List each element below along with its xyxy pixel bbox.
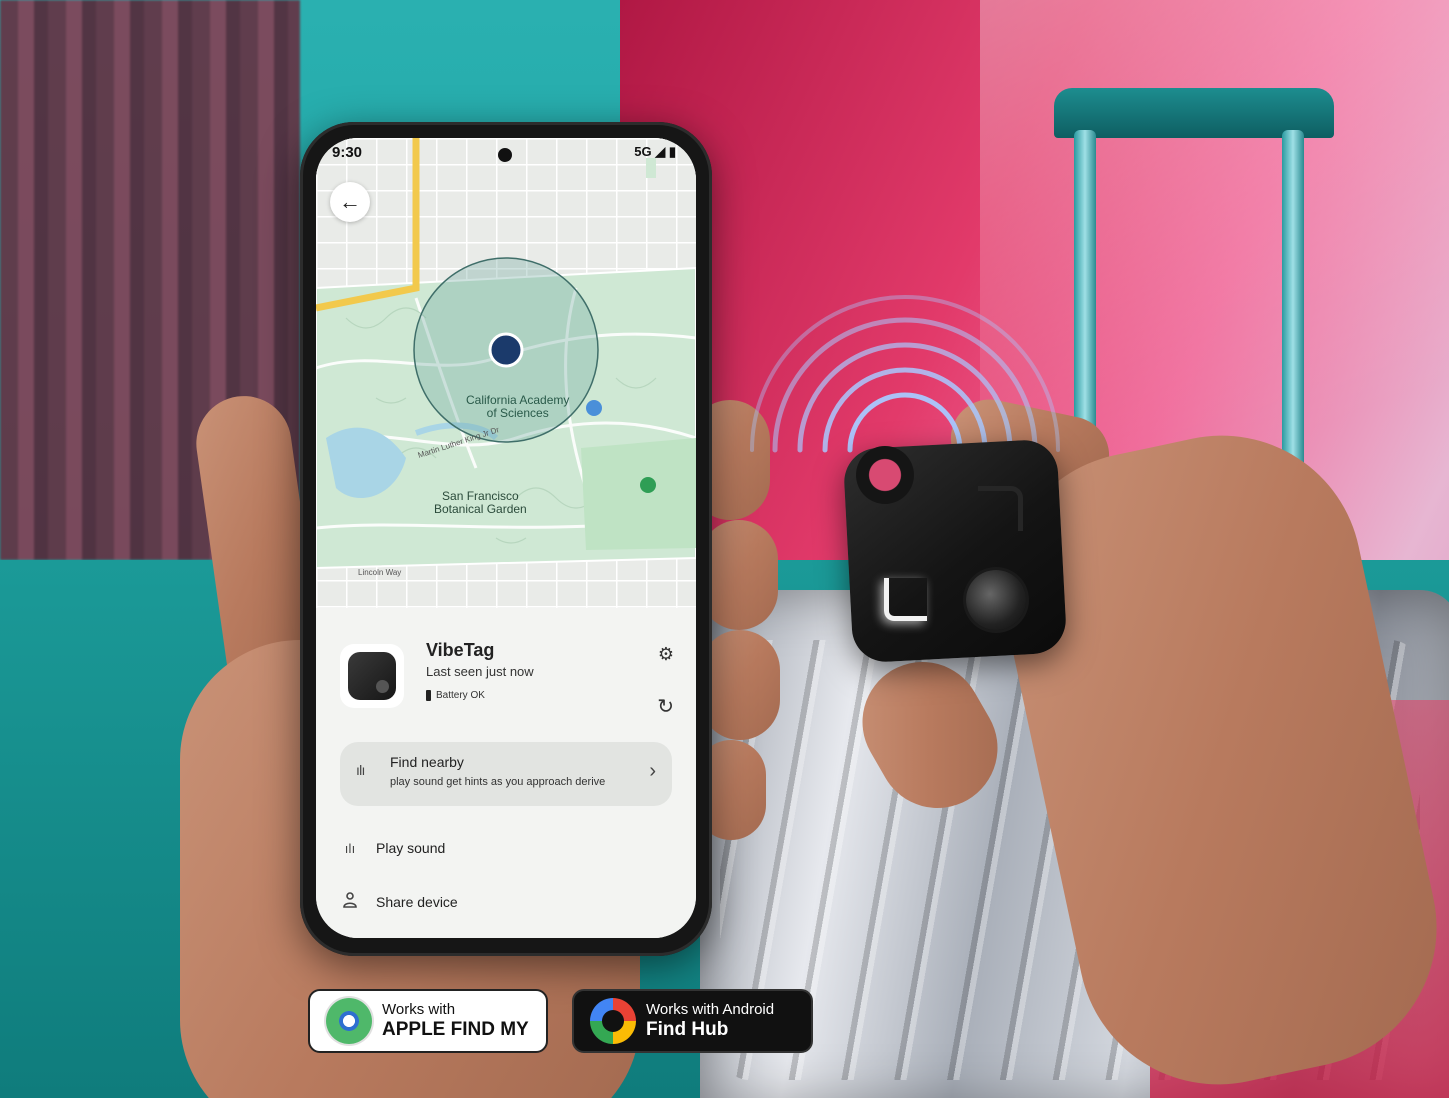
apple-badge-small-text: Works with [382, 1001, 456, 1019]
academy-line-2: of Sciences [486, 406, 549, 420]
play-sound-label: Play sound [376, 840, 446, 856]
find-nearby-title: Find nearby [390, 754, 464, 770]
settings-gear-icon[interactable]: ⚙ [658, 644, 674, 665]
map-view[interactable]: 9:30 5G ◢ ▮ ← California Academy of Scie… [316, 138, 696, 608]
left-finger-3 [700, 630, 780, 740]
back-button[interactable]: ← [330, 182, 370, 222]
status-network: 5G ◢ ▮ [634, 144, 676, 159]
android-badge-small-text: Works with Android [646, 1001, 775, 1019]
arrow-left-icon: ← [339, 189, 361, 214]
person-icon [340, 892, 360, 911]
map-label-academy: California Academy of Sciences [466, 394, 569, 420]
sound-wave-icon: ıǀı [344, 840, 356, 856]
sound-wave-icon: ıǀı [356, 762, 365, 778]
find-my-logo-icon [326, 998, 372, 1044]
android-find-hub-badge: Works with Android Find Hub [572, 989, 813, 1053]
device-thumbnail [340, 644, 404, 708]
photo-background [0, 0, 1449, 1098]
battery-icon [426, 690, 431, 701]
chevron-right-icon: › [649, 760, 656, 782]
front-camera [498, 148, 512, 162]
android-badge-big-text: Find Hub [646, 1018, 729, 1040]
battery-status: Battery OK [426, 690, 485, 701]
tracker-button [966, 570, 1026, 630]
device-name: VibeTag [426, 640, 495, 660]
network-label: 5G [634, 144, 652, 159]
tracker-keyring-hole [856, 446, 914, 504]
map-label-way: Lincoln Way [358, 568, 402, 577]
last-seen-text: Last seen just now [426, 664, 534, 679]
tracker-led-light [884, 578, 927, 621]
refresh-icon[interactable]: ↻ [657, 694, 674, 719]
status-time: 9:30 [332, 144, 363, 161]
garden-line-2: Botanical Garden [434, 502, 527, 516]
find-nearby-subtitle: play sound get hints as you approach der… [390, 776, 606, 788]
map-graphic [316, 138, 696, 608]
phone-screen: 9:30 5G ◢ ▮ ← California Academy of Scie… [316, 138, 696, 938]
play-sound-button[interactable]: ıǀı Play sound [340, 840, 446, 856]
tracker-corner-mark [978, 486, 1023, 531]
device-panel: VibeTag Last seen just now Battery OK ⚙ … [316, 608, 696, 938]
find-hub-logo-icon [590, 998, 636, 1044]
find-nearby-button[interactable]: ıǀı Find nearby play sound get hints as … [340, 742, 672, 806]
apple-badge-big-text: APPLE FIND MY [382, 1018, 529, 1040]
battery-label: Battery OK [436, 690, 485, 701]
share-device-button[interactable]: Share device [340, 892, 458, 911]
share-device-label: Share device [376, 893, 458, 910]
tracker-thumbnail-icon [348, 652, 396, 700]
map-label-garden: San Francisco Botanical Garden [434, 490, 527, 516]
apple-find-my-badge: Works with APPLE FIND MY [308, 989, 548, 1053]
